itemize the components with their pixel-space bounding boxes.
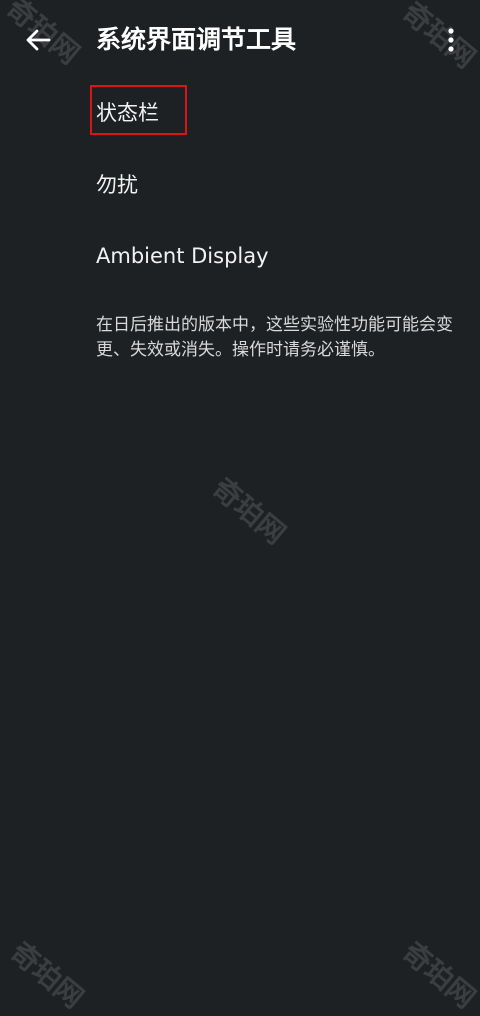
page-title: 系统界面调节工具 <box>96 25 297 54</box>
watermark: 奇珀网 <box>206 471 292 551</box>
back-button[interactable] <box>18 22 58 58</box>
footer-note: 在日后推出的版本中，这些实验性功能可能会变更、失效或消失。操作时请务必谨慎。 <box>96 315 453 360</box>
highlight-box <box>90 85 187 135</box>
arrow-left-icon <box>26 29 51 51</box>
more-vert-icon <box>448 28 454 52</box>
list-item-ambient-display[interactable]: Ambient Display <box>96 241 269 271</box>
app-bar: 系统界面调节工具 <box>0 0 480 80</box>
list-item-do-not-disturb[interactable]: 勿扰 <box>96 170 138 200</box>
more-options-button[interactable] <box>436 22 466 58</box>
watermark: 奇珀网 <box>396 935 480 1015</box>
settings-screen: 系统界面调节工具 状态栏 勿扰 Ambient Display 在日后推出的版本… <box>0 0 480 1016</box>
watermark: 奇珀网 <box>4 935 90 1015</box>
